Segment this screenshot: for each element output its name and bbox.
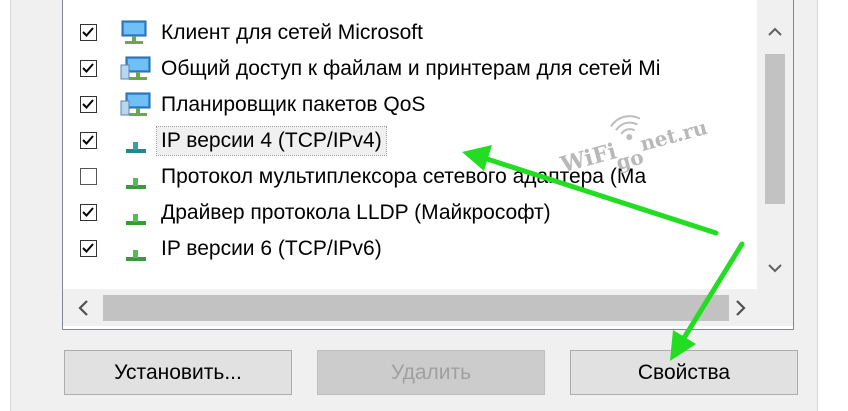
arrow-head-ipv4 <box>462 145 492 171</box>
arrow-head-properties <box>670 330 696 361</box>
annotation-arrows <box>462 145 745 361</box>
arrow-to-ipv4 <box>481 155 719 236</box>
arrow-to-properties <box>681 241 745 341</box>
